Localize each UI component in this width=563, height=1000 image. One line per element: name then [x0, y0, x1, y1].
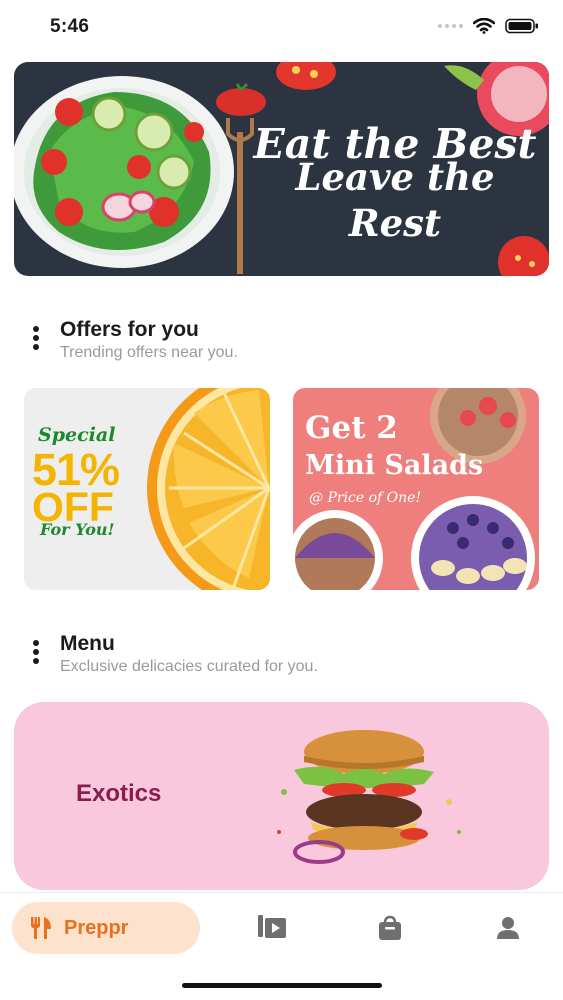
- nav-tab-videos[interactable]: [256, 913, 288, 943]
- nav-tab-orders[interactable]: [374, 913, 406, 943]
- burger-illustration: [277, 730, 461, 864]
- offer2-line-2: Mini Salads: [305, 450, 484, 481]
- fork-knife-icon: [31, 917, 51, 939]
- video-library-icon: [258, 915, 286, 938]
- menu-title: Menu: [60, 632, 115, 655]
- status-bar: 5:46: [0, 0, 563, 56]
- status-icons: [438, 18, 539, 34]
- menu-card-label: Exotics: [76, 780, 162, 807]
- offer-card-mini-salads[interactable]: Get 2 Mini Salads @ Price of One!: [293, 388, 539, 590]
- home-indicator: [182, 983, 382, 988]
- offers-section-header: Offers for you Trending offers near you.: [26, 318, 546, 366]
- offer1-special: Special: [38, 424, 116, 446]
- hero-slogan: Eat the Best Leave the Rest: [250, 120, 540, 246]
- more-vertical-icon[interactable]: [30, 326, 42, 352]
- hero-banner[interactable]: Eat the Best Leave the Rest: [14, 62, 549, 276]
- battery-icon: [505, 18, 538, 34]
- offers-title: Offers for you: [60, 318, 199, 341]
- menu-section-header: Menu Exclusive delicacies curated for yo…: [26, 632, 546, 680]
- wifi-icon: [473, 18, 495, 34]
- person-icon: [497, 917, 519, 939]
- offer2-line-3: @ Price of One!: [309, 490, 422, 506]
- nav-tab-profile[interactable]: [492, 913, 524, 943]
- menu-card-exotics[interactable]: Exotics: [14, 702, 549, 890]
- offer1-for-you: For You!: [40, 520, 115, 539]
- status-time: 5:46: [50, 16, 90, 37]
- offers-subtitle: Trending offers near you.: [60, 344, 238, 361]
- offer2-line-1: Get 2: [305, 410, 398, 446]
- menu-subtitle: Exclusive delicacies curated for you.: [60, 658, 318, 675]
- shopping-bag-icon: [379, 915, 401, 940]
- nav-tab-preppr[interactable]: Preppr: [12, 902, 200, 954]
- nav-tab-preppr-label: Preppr: [64, 916, 129, 939]
- more-vertical-icon[interactable]: [30, 640, 42, 666]
- offer-card-51-off[interactable]: Special 51% OFF For You!: [24, 388, 270, 590]
- cellular-signal-icon: [438, 24, 463, 28]
